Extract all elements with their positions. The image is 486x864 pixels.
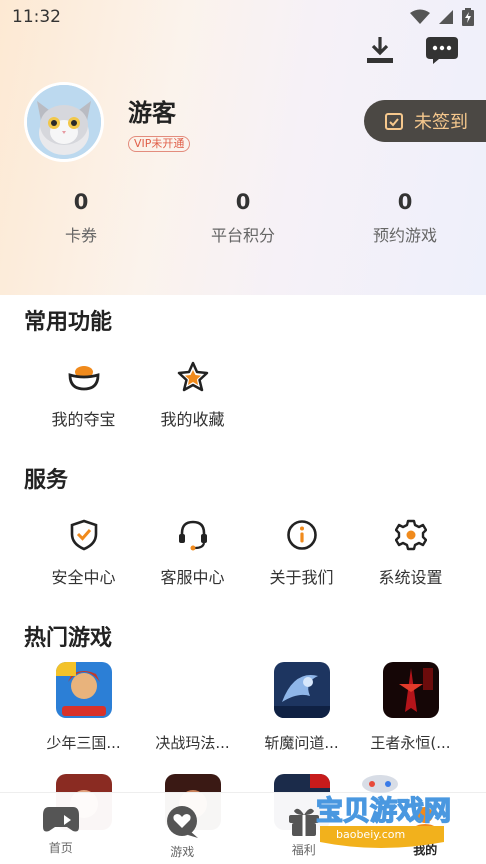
- profile-block: 游客 VIP未开通: [24, 82, 191, 162]
- game-item[interactable]: 决战玛法...: [138, 662, 247, 753]
- status-bar: 11:32: [0, 0, 486, 34]
- game-thumbnail: [165, 662, 221, 718]
- stat-label: 平台积分: [210, 226, 275, 245]
- info-icon: [286, 520, 317, 550]
- site-watermark: 宝贝游戏网 baobeiy.com: [315, 774, 476, 858]
- grid-label: 系统设置: [378, 568, 443, 587]
- stat-reserved-games[interactable]: 0 预约游戏: [324, 190, 486, 246]
- game-thumbnail: [382, 662, 439, 718]
- wifi-icon: [410, 9, 430, 24]
- status-time: 11:32: [12, 7, 61, 27]
- watermark-url: baobeiy.com: [336, 828, 405, 841]
- stat-value: 0: [235, 190, 251, 214]
- game-thumbnail: [273, 662, 330, 718]
- message-icon: [426, 37, 458, 64]
- grid-label: 安全中心: [51, 568, 116, 587]
- heart-bubble-icon: [167, 806, 199, 838]
- my-treasure-button[interactable]: 我的夺宝: [29, 360, 138, 430]
- headset-icon: [178, 520, 207, 551]
- nav-home[interactable]: 首页: [0, 793, 122, 864]
- star-icon: [177, 361, 208, 392]
- watermark-title: 宝贝游戏网: [316, 795, 451, 827]
- shield-check-icon: [70, 519, 97, 551]
- hot-games-title: 热门游戏: [24, 626, 113, 651]
- game-label: 少年三国...: [46, 734, 121, 752]
- nav-label: 游戏: [170, 845, 195, 859]
- my-favorites-button[interactable]: 我的收藏: [138, 360, 247, 430]
- stat-value: 0: [397, 190, 413, 214]
- stat-value: 0: [73, 190, 89, 214]
- game-label: 决战玛法...: [155, 734, 230, 752]
- stats-row: 0 卡券 0 平台积分 0 预约游戏: [0, 190, 486, 246]
- grid-label: 我的收藏: [160, 410, 225, 429]
- common-functions-grid: 我的夺宝 我的收藏: [29, 360, 247, 430]
- treasure-bowl-icon: [68, 366, 99, 391]
- services-grid: 安全中心 客服中心 关于我们 系统设置: [29, 518, 465, 588]
- grid-label: 关于我们: [269, 568, 334, 587]
- calendar-check-icon: [385, 113, 403, 130]
- grid-label: 客服中心: [160, 568, 225, 587]
- stat-label: 预约游戏: [372, 226, 437, 245]
- gear-icon: [394, 519, 427, 551]
- game-label: 斩魔问道...: [264, 734, 339, 752]
- game-thumbnail: [55, 662, 112, 718]
- avatar[interactable]: [24, 82, 104, 162]
- checkin-button[interactable]: 未签到: [364, 100, 486, 142]
- message-button[interactable]: [424, 34, 460, 66]
- stat-points[interactable]: 0 平台积分: [162, 190, 324, 246]
- hot-games-grid: 少年三国... 决战玛法... 斩魔问道... 王者永恒(...: [29, 662, 465, 753]
- vip-status-badge[interactable]: VIP未开通: [128, 135, 191, 152]
- security-center-button[interactable]: 安全中心: [29, 518, 138, 588]
- nav-label: 福利: [291, 843, 316, 857]
- game-item[interactable]: 斩魔问道...: [247, 662, 356, 753]
- cell-signal-icon: [439, 10, 453, 24]
- stat-coupons[interactable]: 0 卡券: [0, 190, 162, 246]
- download-icon: [367, 37, 393, 63]
- battery-icon: [462, 8, 474, 26]
- about-us-button[interactable]: 关于我们: [247, 518, 356, 588]
- game-label: 王者永恒(...: [370, 734, 451, 752]
- cat-avatar-icon: [27, 85, 101, 159]
- system-settings-button[interactable]: 系统设置: [356, 518, 465, 588]
- nav-label: 首页: [48, 841, 73, 855]
- checkin-label: 未签到: [414, 112, 468, 133]
- stat-label: 卡券: [64, 226, 97, 245]
- top-actions: [362, 34, 460, 66]
- nav-games[interactable]: 游戏: [122, 793, 244, 864]
- gamepad-icon: [42, 807, 79, 832]
- game-item[interactable]: 少年三国...: [29, 662, 138, 753]
- game-item[interactable]: 王者永恒(...: [356, 662, 465, 753]
- download-button[interactable]: [362, 34, 398, 66]
- grid-label: 我的夺宝: [51, 410, 116, 429]
- services-title: 服务: [24, 468, 69, 493]
- customer-service-button[interactable]: 客服中心: [138, 518, 247, 588]
- username: 游客: [128, 98, 176, 127]
- common-functions-title: 常用功能: [24, 310, 113, 335]
